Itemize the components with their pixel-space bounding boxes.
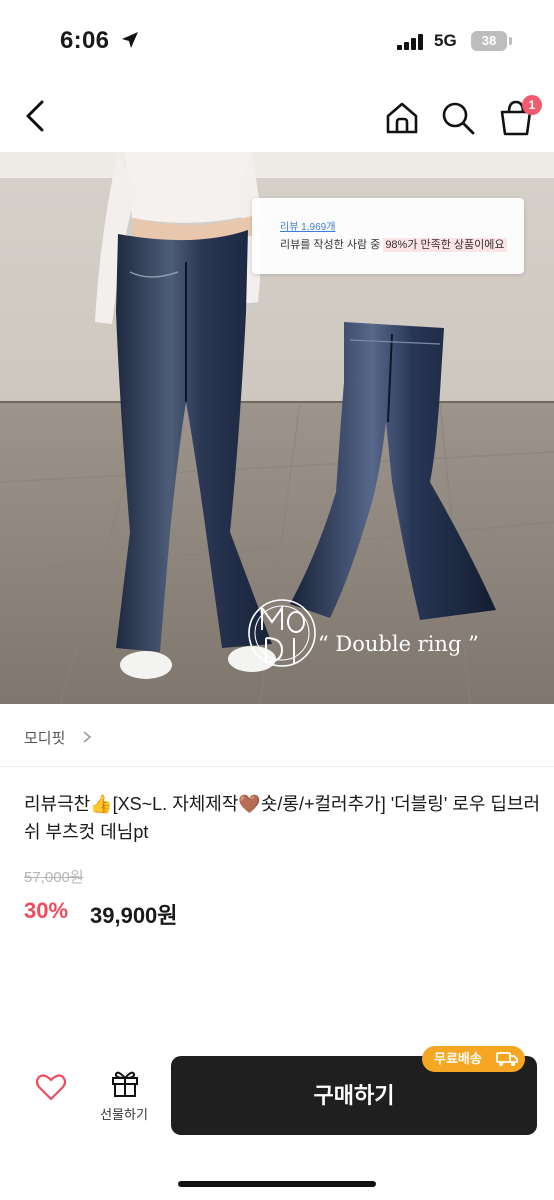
cart-count-badge: 1: [522, 95, 542, 115]
status-bar: 6:06 5G 38: [0, 0, 554, 80]
product-image[interactable]: 리뷰 1,969개 리뷰를 작성한 사람 중 98%가 만족한 상품이에요 “ …: [0, 152, 554, 704]
gift-label: 선물하기: [100, 1107, 148, 1122]
store-row[interactable]: 모디핏: [0, 705, 554, 767]
status-time: 6:06: [60, 27, 110, 54]
signal-icon: [397, 34, 423, 50]
top-nav: [0, 88, 554, 148]
chevron-right-icon: [83, 731, 92, 743]
bottom-action-bar: 선물하기 구매하기 무료배송: [0, 1046, 554, 1200]
discount-rate: 30%: [24, 898, 69, 923]
gift-icon: [112, 1071, 138, 1097]
free-shipping-label: 무료배송: [434, 1051, 482, 1066]
home-icon[interactable]: [382, 98, 422, 138]
review-summary-card: 리뷰 1,969개 리뷰를 작성한 사람 중 98%가 만족한 상품이에요: [252, 198, 524, 274]
review-count-link[interactable]: 리뷰 1,969개: [280, 218, 335, 233]
battery-icon: 38: [471, 31, 507, 51]
free-shipping-badge: 무료배송: [422, 1046, 525, 1072]
network-type: 5G: [434, 31, 457, 50]
brand-tagline: “ Double ring ”: [318, 632, 479, 656]
battery-cap: [509, 37, 512, 45]
gift-button[interactable]: 선물하기: [88, 1068, 160, 1130]
location-arrow-icon: [122, 32, 138, 48]
back-icon[interactable]: [18, 96, 54, 136]
heart-icon[interactable]: [34, 1070, 68, 1104]
brand-logo: [248, 599, 316, 667]
home-indicator: [178, 1181, 376, 1187]
store-name[interactable]: 모디핏: [24, 727, 65, 748]
review-text-highlight: 98%가 만족한 상품이에요: [383, 238, 507, 252]
review-satisfaction: 리뷰를 작성한 사람 중 98%가 만족한 상품이에요: [280, 236, 507, 252]
battery-level: 38: [481, 33, 497, 48]
truck-icon: [496, 1052, 518, 1066]
search-icon[interactable]: [438, 98, 478, 138]
review-text-prefix: 리뷰를 작성한 사람 중: [280, 239, 384, 251]
original-price: 57,000원: [24, 869, 84, 886]
sale-price: 39,900원: [90, 903, 178, 928]
product-title: 리뷰극찬👍[XS~L. 자체제작🤎숏/롱/+컬러추가] '더블링' 로우 딥브러…: [24, 794, 541, 842]
